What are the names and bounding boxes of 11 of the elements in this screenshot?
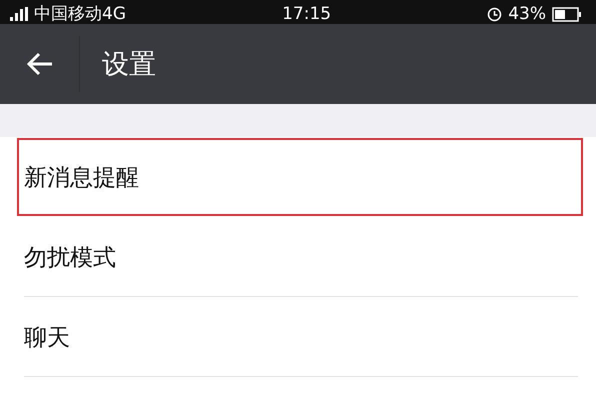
page-title: 设置	[102, 48, 156, 82]
back-arrow-icon	[26, 52, 54, 76]
battery-icon	[552, 6, 582, 22]
settings-item[interactable]: 新消息提醒	[16, 137, 584, 217]
battery-text: 43%	[508, 4, 546, 24]
carrier-text: 中国移动4G	[34, 4, 126, 24]
settings-item[interactable]: 勿扰模式	[0, 217, 596, 297]
alarm-icon	[487, 6, 502, 22]
signal-icon	[10, 7, 28, 21]
settings-item[interactable]: 聊天	[0, 297, 596, 377]
clock-text: 17:15	[282, 4, 332, 24]
